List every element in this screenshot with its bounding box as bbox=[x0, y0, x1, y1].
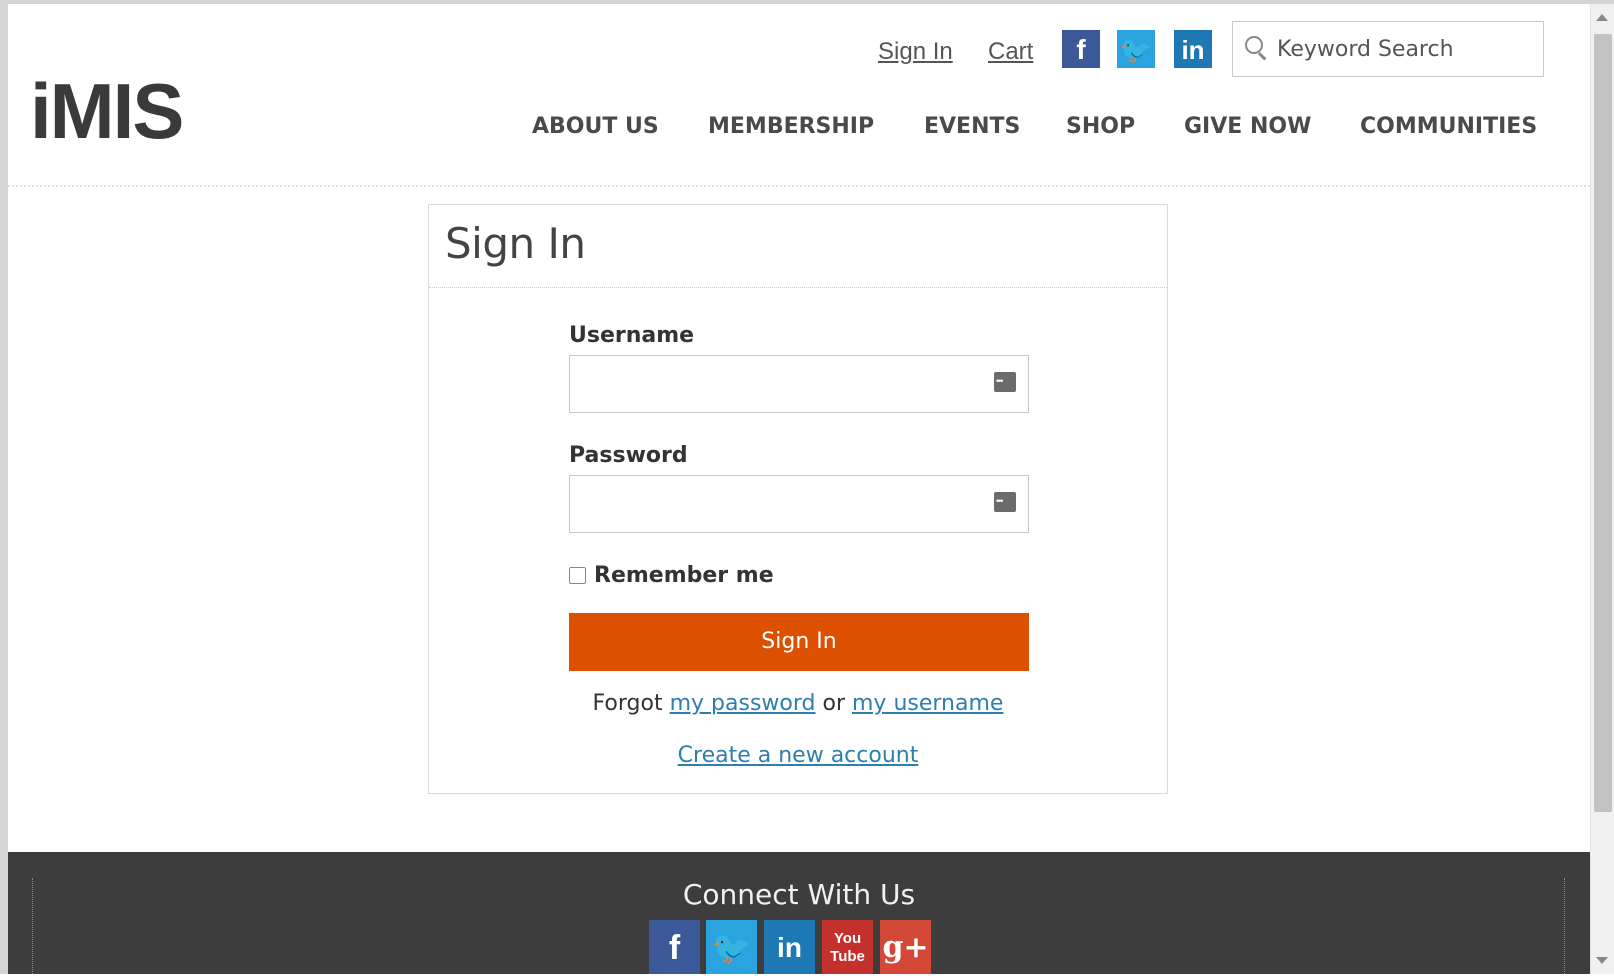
linkedin-icon[interactable]: in bbox=[1174, 30, 1212, 68]
password-field[interactable] bbox=[578, 484, 982, 526]
forgot-prefix: Forgot bbox=[592, 691, 663, 716]
password-manager-icon[interactable] bbox=[994, 372, 1016, 392]
panel-divider bbox=[429, 287, 1167, 288]
nav-give-now[interactable]: GIVE NOW bbox=[1184, 114, 1311, 139]
sign-in-button[interactable]: Sign In bbox=[569, 613, 1029, 671]
window-top-border bbox=[0, 0, 1614, 4]
header-divider bbox=[8, 185, 1590, 187]
search-input[interactable] bbox=[1277, 30, 1533, 68]
footer-google-plus-icon[interactable]: g+ bbox=[880, 920, 931, 974]
sign-in-panel: Sign In Username Password Remember me Si… bbox=[428, 204, 1168, 794]
remember-me-label[interactable]: Remember me bbox=[594, 563, 774, 588]
forgot-username-link[interactable]: my username bbox=[852, 691, 1003, 716]
username-field[interactable] bbox=[578, 364, 982, 406]
facebook-icon[interactable]: f bbox=[1062, 30, 1100, 68]
nav-shop[interactable]: SHOP bbox=[1066, 114, 1135, 139]
keyword-search[interactable] bbox=[1232, 21, 1544, 77]
scroll-up-icon[interactable] bbox=[1596, 14, 1608, 21]
sign-in-link[interactable]: Sign In bbox=[878, 38, 953, 66]
scroll-down-icon[interactable] bbox=[1596, 957, 1608, 964]
footer-title: Connect With Us bbox=[682, 878, 916, 911]
forgot-or: or bbox=[822, 691, 845, 716]
remember-me-checkbox[interactable] bbox=[569, 567, 586, 584]
remember-me[interactable]: Remember me bbox=[569, 563, 774, 588]
footer-facebook-icon[interactable]: f bbox=[649, 920, 700, 974]
nav-about-us[interactable]: ABOUT US bbox=[532, 114, 659, 139]
footer-twitter-icon[interactable]: 🐦 bbox=[706, 920, 757, 974]
username-field-wrapper bbox=[569, 355, 1029, 413]
cart-link[interactable]: Cart bbox=[988, 38, 1033, 66]
main-nav: ABOUT US MEMBERSHIP EVENTS SHOP GIVE NOW… bbox=[0, 114, 1560, 154]
username-label: Username bbox=[569, 323, 695, 348]
password-field-wrapper bbox=[569, 475, 1029, 533]
scroll-thumb[interactable] bbox=[1594, 34, 1612, 812]
search-icon bbox=[1245, 36, 1263, 54]
forgot-credentials: Forgot my password or my username bbox=[429, 691, 1167, 716]
create-account: Create a new account bbox=[429, 743, 1167, 768]
nav-membership[interactable]: MEMBERSHIP bbox=[708, 114, 874, 139]
vertical-scrollbar[interactable] bbox=[1590, 4, 1614, 974]
forgot-password-link[interactable]: my password bbox=[670, 691, 816, 716]
password-manager-icon[interactable] bbox=[994, 492, 1016, 512]
footer-linkedin-icon[interactable]: in bbox=[764, 920, 815, 974]
twitter-icon[interactable]: 🐦 bbox=[1117, 30, 1155, 68]
panel-title: Sign In bbox=[445, 219, 586, 268]
nav-communities[interactable]: COMMUNITIES bbox=[1360, 114, 1537, 139]
create-account-link[interactable]: Create a new account bbox=[678, 743, 919, 768]
nav-events[interactable]: EVENTS bbox=[924, 114, 1020, 139]
password-label: Password bbox=[569, 443, 688, 468]
footer-youtube-icon[interactable]: You Tube bbox=[822, 920, 873, 974]
